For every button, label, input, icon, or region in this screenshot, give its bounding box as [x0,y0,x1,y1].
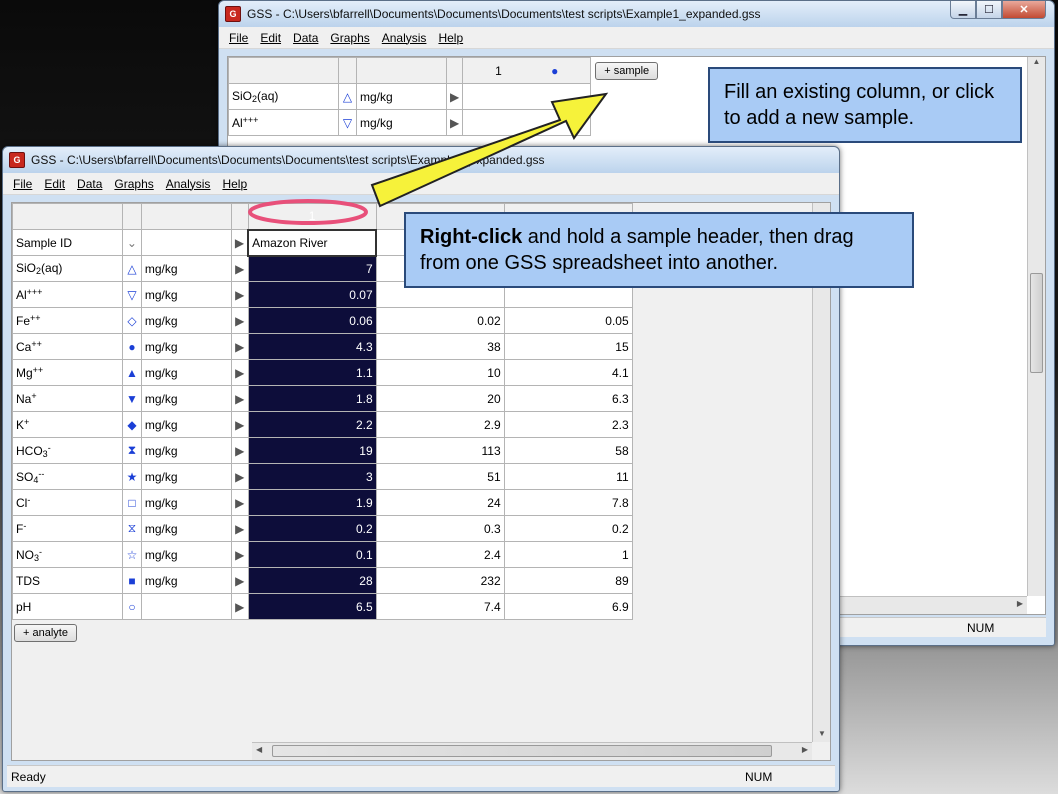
callout-right-click: Right-click and hold a sample header, th… [404,212,914,288]
header-highlight-ellipse [248,199,368,225]
drag-arrow-icon [370,92,609,208]
callout-fill-column: Fill an existing column, or click to add… [708,67,1022,143]
